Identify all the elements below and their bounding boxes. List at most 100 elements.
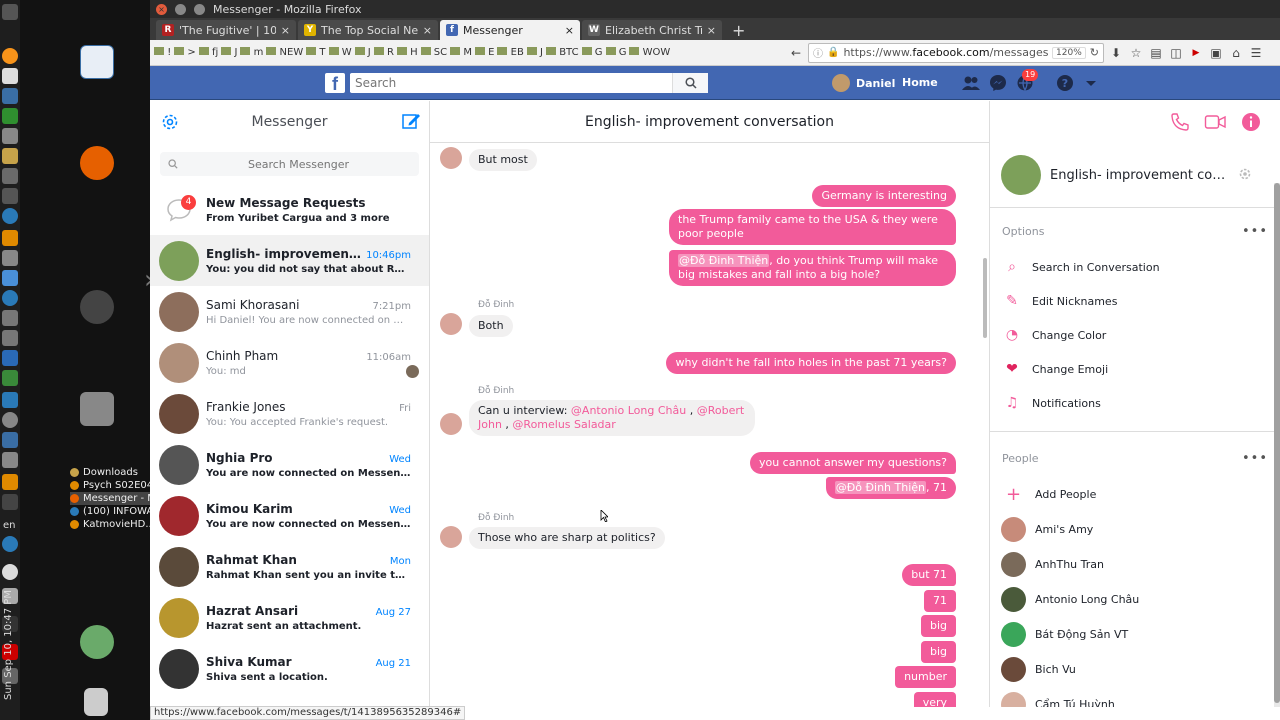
volume-icon[interactable] [2, 564, 18, 580]
close-icon[interactable]: × [423, 24, 432, 37]
app-icon[interactable] [2, 370, 18, 386]
compose-icon[interactable] [401, 111, 421, 131]
app-icon[interactable] [2, 128, 18, 144]
message-thread[interactable]: But most Germany is interesting the Trum… [430, 143, 989, 707]
app-icon[interactable] [2, 494, 18, 510]
url-text[interactable]: https://www.facebook.com/messages/t/1413… [843, 46, 1048, 59]
search-messenger-input[interactable] [178, 157, 419, 171]
app-icon[interactable] [2, 350, 18, 366]
tab-wikipedia[interactable]: W Elizabeth Christ Trum × [582, 20, 722, 40]
bookmark-item[interactable]: G [605, 47, 626, 58]
add-people-button[interactable]: + Add People [990, 477, 1280, 512]
launcher-top-icon[interactable] [2, 4, 18, 20]
bookmark-item[interactable]: J [354, 47, 371, 58]
scrollbar-thumb[interactable] [1274, 183, 1280, 703]
maximize-window-button[interactable] [194, 3, 205, 15]
conversation-item[interactable]: Nghia Pro Wed You are now connected on Mes… [150, 439, 429, 490]
tab-social-networks[interactable]: Y The Top Social Networ × [298, 20, 438, 40]
new-tab-button[interactable]: + [724, 21, 753, 40]
app-icon[interactable] [2, 536, 18, 552]
avatar[interactable] [440, 147, 462, 169]
addon-icon[interactable]: ▣ [1208, 46, 1224, 60]
download-icon[interactable]: ⬇ [1108, 46, 1124, 60]
bookmark-item[interactable]: J [526, 47, 543, 58]
avatar[interactable] [440, 413, 462, 435]
app-icon[interactable] [2, 310, 18, 326]
ubuntu-icon[interactable] [80, 290, 114, 324]
firefox-icon[interactable] [80, 146, 114, 180]
spreadsheet-icon[interactable] [2, 108, 18, 124]
tab-fugitive[interactable]: R 'The Fugitive' | 100 Gre × [156, 20, 296, 40]
window-titlebar[interactable]: × Messenger - Mozilla Firefox [150, 0, 1280, 18]
change-color-option[interactable]: ◔ Change Color [990, 318, 1280, 352]
phone-icon[interactable] [1170, 112, 1190, 132]
people-item[interactable]: Antonio Long Châu [990, 582, 1280, 617]
bookmark-item[interactable]: m [240, 47, 263, 58]
bookmark-item[interactable]: G [581, 47, 603, 58]
keyboard-language[interactable]: en [3, 520, 16, 531]
bookmark-star-icon[interactable]: ☆ [1128, 46, 1144, 60]
settings-gear-icon[interactable] [160, 112, 180, 132]
bookmark-item[interactable]: NEW [266, 47, 303, 58]
group-avatar[interactable] [1001, 155, 1041, 195]
account-menu-icon[interactable] [1082, 74, 1100, 92]
conversation-item[interactable]: Chinh Pham 11:06am You: md [150, 337, 429, 388]
bookmark-item[interactable]: BTC [546, 47, 579, 58]
change-emoji-option[interactable]: ❤ Change Emoji [990, 352, 1280, 386]
conversation-item[interactable]: Kimou Karim Wed You are now connected on M… [150, 490, 429, 541]
info-icon[interactable]: ⓘ [813, 45, 823, 60]
app-icon[interactable] [2, 250, 18, 266]
bookmark-item[interactable]: ! [154, 47, 171, 58]
back-icon[interactable]: ← [788, 46, 804, 60]
clock[interactable]: Sun Sep 10, 10:47 PM [3, 590, 14, 700]
globe-icon[interactable] [2, 208, 18, 224]
bookmark-item[interactable]: M [450, 47, 472, 58]
bookmark-item[interactable]: EB [497, 47, 524, 58]
bookmarks-menu-icon[interactable]: ▤ [1148, 46, 1164, 60]
group-name[interactable]: English- improvement conve... [1050, 168, 1230, 183]
info-icon[interactable] [1241, 112, 1261, 132]
messenger-icon[interactable] [989, 74, 1007, 92]
close-icon[interactable]: × [565, 24, 574, 37]
mention-tag[interactable]: @Antonio Long Châu [571, 404, 686, 417]
people-item[interactable]: Bich Vu [990, 652, 1280, 687]
close-icon[interactable]: × [707, 24, 716, 37]
writer-document-icon[interactable] [80, 45, 114, 79]
vlc-icon[interactable] [2, 474, 18, 490]
home-icon[interactable]: ⌂ [1228, 46, 1244, 60]
profile-link[interactable]: Daniel [832, 74, 895, 92]
facebook-search-input[interactable] [350, 74, 672, 92]
lock-icon[interactable]: 🔒 [827, 47, 839, 58]
facebook-logo-icon[interactable]: f [325, 73, 345, 94]
chat-title[interactable]: English- improvement conversation [585, 114, 834, 130]
people-item[interactable]: Ami's Amy [990, 512, 1280, 547]
bitcoin-icon[interactable] [2, 48, 18, 64]
file-cabinet-icon[interactable] [80, 392, 114, 426]
more-options-icon[interactable]: ••• [1242, 224, 1268, 239]
app-icon[interactable] [2, 330, 18, 346]
app-icon[interactable] [2, 270, 18, 286]
conversation-item[interactable]: English- improvement con...10:46pm You: y… [150, 235, 429, 286]
youtube-icon[interactable]: ▶ [1188, 48, 1204, 58]
search-in-conversation-option[interactable]: ⌕ Search in Conversation [990, 250, 1280, 284]
terminal-icon[interactable] [2, 168, 18, 184]
people-item[interactable]: Cẩm Tú Huỳnh [990, 687, 1280, 707]
home-link[interactable]: Home [902, 76, 938, 89]
search-button[interactable] [672, 73, 708, 93]
conversation-item[interactable]: Hazrat Ansari Aug 27 Hazrat sent an attach… [150, 592, 429, 643]
bookmark-item[interactable]: T [306, 47, 326, 58]
zoom-indicator[interactable]: 120% [1052, 46, 1086, 59]
trash-icon[interactable] [84, 688, 108, 716]
bookmark-item[interactable]: SC [420, 47, 447, 58]
close-icon[interactable]: × [281, 24, 290, 37]
avatar[interactable] [440, 313, 462, 335]
reload-icon[interactable]: ↻ [1090, 46, 1099, 59]
mention-tag[interactable]: @Đỗ Đinh Thiện [678, 254, 770, 267]
conversation-item[interactable]: Rahmat Khan Mon Rahmat Khan sent you an in… [150, 541, 429, 592]
people-item[interactable]: Bát Động Sản VT [990, 617, 1280, 652]
conversation-item[interactable]: Frankie Jones Fri You: You accepted Franki… [150, 388, 429, 439]
bookmark-item[interactable]: W [328, 47, 352, 58]
page-scrollbar[interactable] [1274, 183, 1280, 707]
address-bar[interactable]: ⓘ 🔒 https://www.facebook.com/messages/t/… [808, 42, 1104, 63]
mention-tag[interactable]: @Đỗ Đinh Thiện [834, 481, 926, 494]
